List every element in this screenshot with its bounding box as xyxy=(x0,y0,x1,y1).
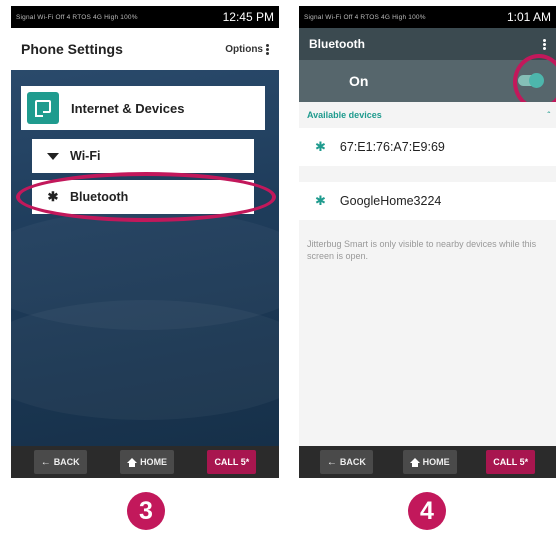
background-wave xyxy=(11,300,279,420)
app-header: Bluetooth xyxy=(299,28,556,60)
options-button[interactable]: Options xyxy=(225,43,269,56)
bottom-nav: ← BACK HOME CALL 5* xyxy=(11,446,279,478)
call-label: CALL 5* xyxy=(214,457,250,467)
step-badge: 4 xyxy=(408,492,446,530)
menu-item-internet-devices[interactable]: Internet & Devices xyxy=(21,86,265,130)
bottom-nav: ← BACK HOME CALL 5* xyxy=(299,446,556,478)
status-time: 12:45 PM xyxy=(222,10,274,24)
device-item[interactable]: ✱ 67:E1:76:A7:E9:69 xyxy=(299,128,556,166)
bluetooth-icon: ✱ xyxy=(315,193,326,208)
page-title: Bluetooth xyxy=(309,37,365,51)
home-button[interactable]: HOME xyxy=(402,450,457,474)
step-badge: 3 xyxy=(127,492,165,530)
back-button[interactable]: ← BACK xyxy=(33,450,87,474)
page-title: Phone Settings xyxy=(21,41,123,57)
options-label: Options xyxy=(225,43,263,55)
home-label: HOME xyxy=(140,457,168,467)
available-devices-label: Available devices xyxy=(307,110,382,120)
chevron-up-icon: ˆ xyxy=(547,110,550,120)
app-header: Phone Settings Options xyxy=(11,28,279,70)
back-label: BACK xyxy=(53,457,80,467)
device-item[interactable]: ✱ GoogleHome3224 xyxy=(299,182,556,220)
visibility-hint: Jitterbug Smart is only visible to nearb… xyxy=(307,239,537,261)
home-button[interactable]: HOME xyxy=(120,450,175,474)
cast-icon xyxy=(27,92,59,124)
back-label: BACK xyxy=(339,457,366,467)
bluetooth-screen: Signal Wi-Fi Off 4 RTOS 4G High 100% 1:0… xyxy=(299,6,556,478)
back-button[interactable]: ← BACK xyxy=(319,450,373,474)
more-vert-icon[interactable] xyxy=(543,38,546,51)
call-button[interactable]: CALL 5* xyxy=(486,450,536,474)
menu-item-wifi[interactable]: Wi-Fi xyxy=(32,139,254,173)
arrow-left-icon: ← xyxy=(40,456,51,468)
phone-settings-screen: Signal Wi-Fi Off 4 RTOS 4G High 100% 12:… xyxy=(11,6,279,478)
status-bar: Signal Wi-Fi Off 4 RTOS 4G High 100% 12:… xyxy=(11,6,279,28)
menu-item-label: Wi-Fi xyxy=(70,149,101,163)
status-time: 1:01 AM xyxy=(506,10,551,24)
available-devices-header: Available devices ˆ xyxy=(299,102,556,128)
home-icon xyxy=(127,457,138,467)
device-name: 67:E1:76:A7:E9:69 xyxy=(339,140,445,154)
call-label: CALL 5* xyxy=(493,457,529,467)
more-vert-icon xyxy=(266,43,269,56)
wifi-icon xyxy=(46,152,60,160)
home-icon xyxy=(409,457,420,467)
arrow-left-icon: ← xyxy=(326,456,337,468)
home-label: HOME xyxy=(422,457,450,467)
status-bar: Signal Wi-Fi Off 4 RTOS 4G High 100% 1:0… xyxy=(299,6,556,28)
device-name: GoogleHome3224 xyxy=(339,194,442,208)
status-icons: Signal Wi-Fi Off 4 RTOS 4G High 100% xyxy=(16,13,138,21)
toggle-label: On xyxy=(349,73,369,89)
status-icons: Signal Wi-Fi Off 4 RTOS 4G High 100% xyxy=(304,13,426,21)
bluetooth-highlight-circle xyxy=(16,172,276,222)
bluetooth-icon: ✱ xyxy=(315,139,326,154)
call-button[interactable]: CALL 5* xyxy=(207,450,257,474)
menu-item-label: Internet & Devices xyxy=(71,100,185,116)
